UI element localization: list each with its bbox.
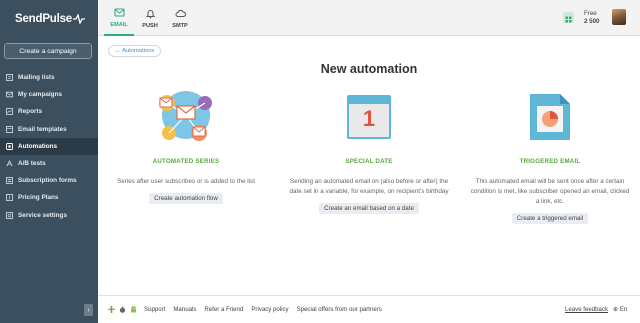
- sidebar-item-reports[interactable]: Reports: [0, 103, 98, 120]
- sidebar-item-label: My campaigns: [18, 91, 63, 99]
- automation-icon: [6, 142, 13, 150]
- sidebar-item-label: Subscription forms: [18, 177, 77, 185]
- breadcrumb-back-link[interactable]: ← Automations: [108, 45, 162, 57]
- footer-link-privacy-policy[interactable]: Privacy policy: [251, 306, 288, 313]
- leave-feedback-link[interactable]: Leave feedback: [565, 306, 608, 313]
- sidebar-nav: Mailing lists My campaigns Reports Email…: [0, 69, 98, 224]
- calendar-icon: 1: [347, 95, 391, 139]
- sidebar-item-subscription-forms[interactable]: Subscription forms: [0, 172, 98, 189]
- calendar-day: 1: [362, 106, 376, 131]
- main-content: ← Automations New automation AUTOMATED S…: [98, 36, 640, 295]
- language-label: En: [619, 306, 628, 313]
- footer-link-support[interactable]: Support: [144, 306, 165, 313]
- pulse-icon: [73, 14, 85, 24]
- option-description: This automated email will be sent once a…: [470, 178, 630, 205]
- footer-link-manuals[interactable]: Manuals: [173, 306, 196, 313]
- envelope-icon: [6, 91, 13, 98]
- create-campaign-label: Create a campaign: [19, 47, 77, 55]
- automation-option-series: AUTOMATED SERIES Series after user subsc…: [102, 84, 270, 205]
- sidebar-item-label: Email templates: [18, 125, 67, 133]
- tab-label: SMTP: [172, 22, 188, 29]
- android-icon[interactable]: [130, 306, 137, 313]
- sidebar-item-label: Mailing lists: [18, 74, 55, 82]
- cloud-icon: [175, 9, 186, 17]
- language-selector[interactable]: ⊕ En: [613, 306, 627, 313]
- sidebar-item-automations[interactable]: Automations: [0, 137, 98, 155]
- app-root: SendPulse Create a campaign Mailing list…: [0, 0, 640, 323]
- document-chart-illustration: [466, 84, 634, 150]
- sidebar-item-service-settings[interactable]: Service settings: [0, 207, 98, 224]
- reports-icon: [6, 108, 13, 116]
- pricing-icon: [6, 194, 13, 202]
- option-description: Series after user subscribes or is added…: [117, 178, 255, 185]
- button-label: Create a triggered email: [516, 215, 584, 222]
- plan-grid-icon[interactable]: [563, 12, 574, 23]
- template-icon: [6, 125, 13, 133]
- sidebar-item-label: A/B tests: [18, 160, 46, 168]
- sidebar-item-ab-tests[interactable]: A/B tests: [0, 155, 98, 172]
- settings-icon: [6, 211, 13, 219]
- brand-name: SendPulse: [15, 13, 72, 25]
- page-title: New automation: [320, 62, 418, 76]
- tab-push[interactable]: PUSH: [135, 0, 165, 36]
- sidebar: SendPulse Create a campaign Mailing list…: [0, 0, 98, 323]
- email-icon: [113, 7, 125, 17]
- button-label: Create automation flow: [154, 195, 218, 202]
- list-icon: [6, 74, 13, 82]
- top-bar: EMAIL PUSH SMTP Free 2 500: [98, 0, 640, 36]
- footer-link-refer-a-friend[interactable]: Refer a Friend: [204, 306, 243, 313]
- calendar-header: [349, 97, 389, 104]
- globe-icon: ⊕: [613, 306, 619, 313]
- create-date-email-button[interactable]: Create an email based on a date: [319, 203, 419, 214]
- ab-test-icon: [6, 160, 13, 167]
- create-triggered-email-button[interactable]: Create a triggered email: [511, 213, 589, 224]
- collapse-sidebar-button[interactable]: ‹: [84, 304, 93, 316]
- sidebar-item-label: Pricing Plans: [18, 194, 59, 202]
- bell-icon: [145, 9, 155, 18]
- sidebar-item-email-templates[interactable]: Email templates: [0, 121, 98, 138]
- breadcrumb-label: ← Automations: [115, 48, 155, 54]
- sidebar-item-mailing-lists[interactable]: Mailing lists: [0, 69, 98, 86]
- chevron-left-icon: ‹: [87, 306, 90, 314]
- tab-email[interactable]: EMAIL: [104, 0, 134, 36]
- create-campaign-button[interactable]: Create a campaign: [4, 43, 92, 59]
- plan-value: 2 500: [584, 18, 600, 25]
- option-title: AUTOMATED SERIES: [152, 158, 220, 165]
- automation-option-triggered: TRIGGERED EMAIL This automated email wil…: [466, 84, 634, 225]
- tab-smtp[interactable]: SMTP: [165, 0, 195, 36]
- sidebar-item-pricing-plans[interactable]: Pricing Plans: [0, 189, 98, 206]
- sendpulse-logo[interactable]: SendPulse: [15, 11, 85, 27]
- sidebar-item-label: Automations: [18, 142, 58, 150]
- plan-name: Free: [584, 10, 597, 17]
- sidebar-item-label: Service settings: [18, 211, 68, 219]
- automation-option-special-date: 1 SPECIAL DATE Sending an automated emai…: [285, 84, 453, 215]
- tab-label: PUSH: [142, 22, 158, 29]
- button-label: Create an email based on a date: [324, 205, 414, 212]
- automated-series-illustration: [102, 84, 270, 150]
- form-icon: [6, 177, 13, 185]
- slack-icon[interactable]: [108, 306, 115, 313]
- apple-icon[interactable]: [119, 306, 126, 313]
- option-description: Sending an automated email on (also befo…: [289, 178, 449, 195]
- sidebar-item-my-campaigns[interactable]: My campaigns: [0, 86, 98, 103]
- create-automation-flow-button[interactable]: Create automation flow: [149, 193, 223, 204]
- option-title: SPECIAL DATE: [345, 158, 393, 165]
- avatar[interactable]: [612, 9, 626, 25]
- tab-label: EMAIL: [110, 21, 128, 28]
- footer-link-special-offers[interactable]: Special offers from our partners: [297, 306, 382, 313]
- calendar-illustration: 1: [285, 84, 453, 150]
- sidebar-item-label: Reports: [18, 108, 43, 116]
- sidebar-collapse-area: ‹: [0, 297, 98, 323]
- plan-info[interactable]: Free 2 500: [584, 10, 599, 26]
- option-title: TRIGGERED EMAIL: [519, 158, 581, 165]
- footer: Support Manuals Refer a Friend Privacy p…: [98, 295, 640, 323]
